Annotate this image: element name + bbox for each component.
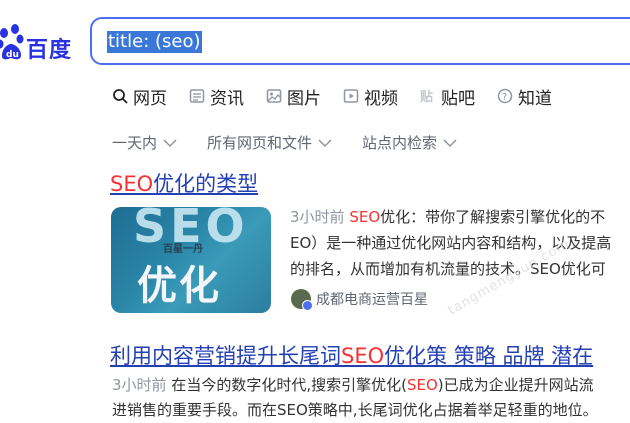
tab-label: 知道 [518, 88, 552, 109]
chevron-down-icon [163, 138, 177, 147]
filter-time[interactable]: 一天内 [112, 132, 177, 153]
title-keyword-highlight: SEO [341, 344, 385, 368]
tab-zhidao[interactable]: ? 知道 [497, 82, 552, 110]
chevron-down-icon [318, 138, 332, 147]
result-abstract-line: 3小时前 SEO优化：带你了解搜索引擎优化的不 [290, 204, 630, 230]
result-thumbnail[interactable]: SEO 百星一丹 优化 [111, 207, 271, 313]
result-abstract-line: EO）是一种通过优化网站内容和结构，以及提高 [290, 234, 612, 252]
tab-label: 资讯 [210, 88, 244, 109]
abstract-text: 在当今的数字化时代,搜索引擎优化( [171, 376, 407, 394]
question-icon: ? [497, 88, 513, 104]
image-icon [266, 89, 282, 103]
tab-label: 图片 [287, 88, 321, 109]
search-input[interactable]: title: (seo) [107, 31, 202, 53]
svg-text:du: du [6, 50, 19, 60]
source-name: 成都电商运营百星 [316, 292, 428, 308]
keyword-highlight: SEO [349, 208, 381, 226]
search-tabs: 网页 资讯 图片 视频 贴 贴吧 ? 知道 [112, 82, 574, 112]
source-avatar [291, 289, 313, 311]
title-text: 优化的类型 [153, 172, 259, 196]
tab-news[interactable]: 资讯 [189, 82, 244, 110]
title-text: 优化策 策略 品牌 潜在 [384, 344, 594, 368]
tab-tieba[interactable]: 贴 贴吧 [420, 82, 475, 110]
result-title-link[interactable]: 利用内容营销提升长尾词SEO优化策 策略 品牌 潜在 [110, 340, 593, 370]
search-icon [113, 89, 128, 104]
search-box[interactable]: title: (seo) [90, 17, 630, 65]
title-keyword-highlight: SEO [110, 172, 154, 196]
tab-label: 贴吧 [441, 88, 475, 109]
baidu-logo[interactable]: du 百度 [0, 22, 80, 66]
video-icon [343, 89, 359, 103]
title-text: 利用内容营销提升长尾词 [110, 344, 341, 368]
thumbnail-text-2: 优化 [137, 263, 221, 309]
tab-images[interactable]: 图片 [266, 82, 321, 110]
tab-videos[interactable]: 视频 [343, 82, 398, 110]
result-abstract-line: 进销售的重要手段。而在SEO策略中,长尾词优化占据着举足轻重的地位。 [112, 401, 598, 419]
tab-label: 视频 [364, 88, 398, 109]
filter-label: 所有网页和文件 [207, 134, 313, 152]
result-title-link[interactable]: SEO优化的类型 [110, 168, 258, 198]
chevron-down-icon [443, 138, 457, 147]
svg-text:?: ? [502, 92, 507, 103]
abstract-text: )已成为企业提升网站流 [437, 376, 594, 394]
result-abstract-line: 的排名，从而增加有机流量的技术。SEO优化可 [290, 260, 606, 278]
filter-label: 一天内 [112, 134, 158, 152]
news-icon [189, 89, 205, 103]
tieba-icon: 贴 [420, 89, 433, 104]
tab-label: 网页 [133, 88, 167, 109]
result-time: 3小时前 [112, 376, 167, 394]
paw-icon: du [0, 24, 24, 60]
filter-site[interactable]: 站点内检索 [362, 132, 457, 153]
result-source[interactable]: 成都电商运营百星 [291, 289, 428, 311]
filter-filetype[interactable]: 所有网页和文件 [207, 132, 332, 153]
brand-name: 百度 [26, 38, 73, 63]
keyword-highlight: SEO [406, 376, 438, 394]
abstract-text: 优化：带你了解搜索引擎优化的不 [380, 208, 606, 226]
tab-web[interactable]: 网页 [112, 82, 167, 110]
svg-text:贴: 贴 [420, 89, 433, 104]
result-abstract-line: 3小时前 在当今的数字化时代,搜索引擎优化(SEO)已成为企业提升网站流 [112, 372, 630, 398]
filter-label: 站点内检索 [362, 134, 438, 152]
search-filters: 一天内 所有网页和文件 站点内检索 [112, 132, 487, 153]
result-time: 3小时前 [290, 208, 345, 226]
